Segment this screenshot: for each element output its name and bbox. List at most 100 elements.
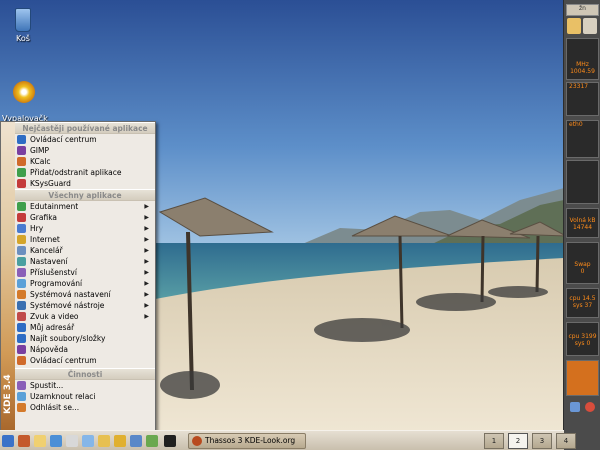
menu-item-label: Nápověda xyxy=(30,345,68,354)
network-monitor[interactable]: eth0 xyxy=(566,120,599,158)
menu-item-app[interactable]: Najít soubory/složky xyxy=(15,333,155,344)
menu-item-label: Odhlásit se... xyxy=(30,403,80,412)
speaker-icon[interactable] xyxy=(583,18,597,34)
cpu2-monitor[interactable]: cpu 3199 sys 0 xyxy=(566,322,599,356)
submenu-arrow-icon: ▶ xyxy=(144,291,149,298)
menu-side-banner: KDE 3.4 xyxy=(1,122,15,432)
lock2-icon[interactable] xyxy=(114,435,126,447)
submenu-arrow-icon: ▶ xyxy=(144,225,149,232)
menu-item-app[interactable]: Internet ▶ xyxy=(15,234,155,245)
menu-item-app[interactable]: Nastavení ▶ xyxy=(15,256,155,267)
menu-item-icon xyxy=(17,257,26,266)
menu-item-frequent[interactable]: Přidat/odstranit aplikace xyxy=(15,167,155,178)
kde-version-label: KDE 3.4 xyxy=(3,374,13,414)
menu-item-app[interactable]: Můj adresář xyxy=(15,322,155,333)
menu-item-label: Ovládací centrum xyxy=(30,135,97,144)
trash-icon xyxy=(15,8,31,32)
menu-item-app[interactable]: Systémová nastavení ▶ xyxy=(15,289,155,300)
menu-item-frequent[interactable]: KCalc xyxy=(15,156,155,167)
menu-item-label: Programování xyxy=(30,279,83,288)
menu-item-label: Uzamknout relaci xyxy=(30,392,96,401)
cd-icon xyxy=(13,81,35,103)
menu-item-app[interactable]: Kancelář ▶ xyxy=(15,245,155,256)
desktop-pager-1[interactable]: 1 xyxy=(484,433,504,449)
menu-item-label: Přidat/odstranit aplikace xyxy=(30,168,122,177)
menu-item-icon xyxy=(17,235,26,244)
menu-item-icon xyxy=(17,168,26,177)
cpu-frequency-monitor[interactable]: MHz 1004.59 xyxy=(566,38,599,80)
menu-item-label: Můj adresář xyxy=(30,323,75,332)
menu-item-app[interactable]: Grafika ▶ xyxy=(15,212,155,223)
menu-item-label: KCalc xyxy=(30,157,51,166)
menu-item-frequent[interactable]: Ovládací centrum xyxy=(15,134,155,145)
submenu-arrow-icon: ▶ xyxy=(144,203,149,210)
submenu-arrow-icon: ▶ xyxy=(144,269,149,276)
desktop-pager-2[interactable]: 2 xyxy=(508,433,528,449)
user-icon[interactable] xyxy=(567,18,581,34)
menu-item-action[interactable]: Uzamknout relaci xyxy=(15,391,155,402)
menu-item-app[interactable]: Programování ▶ xyxy=(15,278,155,289)
menu-item-label: Spustit... xyxy=(30,381,64,390)
menu-item-label: Příslušenství xyxy=(30,268,77,277)
menu-item-label: Systémová nastavení xyxy=(30,290,111,299)
right-system-panel: žn MHz 1004.59 23317 eth0 Volná kB 14744… xyxy=(563,0,600,450)
submenu-arrow-icon: ▶ xyxy=(144,302,149,309)
lock-screen-icon[interactable] xyxy=(570,402,580,412)
menu-item-icon xyxy=(17,290,26,299)
memory-monitor[interactable]: Volná kB 14744 xyxy=(566,208,599,238)
menu-item-label: Internet xyxy=(30,235,60,244)
menu-item-icon xyxy=(17,403,26,412)
menu-item-label: Nastavení xyxy=(30,257,68,266)
beat-icon[interactable] xyxy=(164,435,176,447)
help-icon[interactable] xyxy=(82,435,94,447)
file-manager-icon[interactable] xyxy=(34,435,46,447)
menu-item-frequent[interactable]: GIMP xyxy=(15,145,155,156)
swap-monitor[interactable]: Swap 0 xyxy=(566,242,599,284)
network-graph-monitor[interactable] xyxy=(566,160,599,204)
menu-item-action[interactable]: Spustit... xyxy=(15,380,155,391)
weather-applet[interactable] xyxy=(566,360,599,396)
menu-item-app[interactable]: Systémové nástroje ▶ xyxy=(15,300,155,311)
network-icon[interactable] xyxy=(146,435,158,447)
cpu1-monitor[interactable]: cpu 14.5 sys 37 xyxy=(566,288,599,318)
menu-item-app[interactable]: Příslušenství ▶ xyxy=(15,267,155,278)
submenu-arrow-icon: ▶ xyxy=(144,313,149,320)
menu-item-icon xyxy=(17,246,26,255)
menu-item-icon xyxy=(17,135,26,144)
menu-item-app[interactable]: Zvuk a video ▶ xyxy=(15,311,155,322)
lock-icon[interactable] xyxy=(98,435,110,447)
konqueror-icon xyxy=(192,436,202,446)
menu-item-app[interactable]: Hry ▶ xyxy=(15,223,155,234)
submenu-arrow-icon: ▶ xyxy=(144,236,149,243)
submenu-arrow-icon: ▶ xyxy=(144,247,149,254)
menu-item-app[interactable]: Nápověda xyxy=(15,344,155,355)
menu-item-icon xyxy=(17,268,26,277)
keyboard-layout-button[interactable]: žn xyxy=(566,4,599,16)
cpu-load-monitor[interactable]: 23317 xyxy=(566,82,599,116)
monitor-icon[interactable] xyxy=(130,435,142,447)
menu-item-label: Systémové nástroje xyxy=(30,301,105,310)
menu-item-icon xyxy=(17,213,26,222)
menu-item-icon xyxy=(17,392,26,401)
menu-item-app[interactable]: Ovládací centrum xyxy=(15,355,155,366)
browser-icon[interactable] xyxy=(50,435,62,447)
submenu-arrow-icon: ▶ xyxy=(144,258,149,265)
menu-item-icon xyxy=(17,323,26,332)
desktop-pager-3[interactable]: 3 xyxy=(532,433,552,449)
task-button-thassos[interactable]: Thassos 3 KDE-Look.org xyxy=(188,433,306,449)
kde-menu-button-icon[interactable] xyxy=(2,435,14,447)
menu-item-label: Zvuk a video xyxy=(30,312,79,321)
menu-item-app[interactable]: Edutainment ▶ xyxy=(15,201,155,212)
menu-item-frequent[interactable]: KSysGuard xyxy=(15,178,155,189)
taskbar: Thassos 3 KDE-Look.org 1234 xyxy=(0,430,576,450)
menu-item-label: Najít soubory/složky xyxy=(30,334,106,343)
menu-item-icon xyxy=(17,157,26,166)
home-folder-icon[interactable] xyxy=(18,435,30,447)
menu-item-action[interactable]: Odhlásit se... xyxy=(15,402,155,413)
logout-icon[interactable] xyxy=(585,402,595,412)
menu-item-icon xyxy=(17,356,26,365)
menu-item-label: Ovládací centrum xyxy=(30,356,97,365)
desktop-pager-4[interactable]: 4 xyxy=(556,433,576,449)
trash-desktop-icon[interactable]: Koš xyxy=(6,8,40,43)
terminal-icon[interactable] xyxy=(66,435,78,447)
